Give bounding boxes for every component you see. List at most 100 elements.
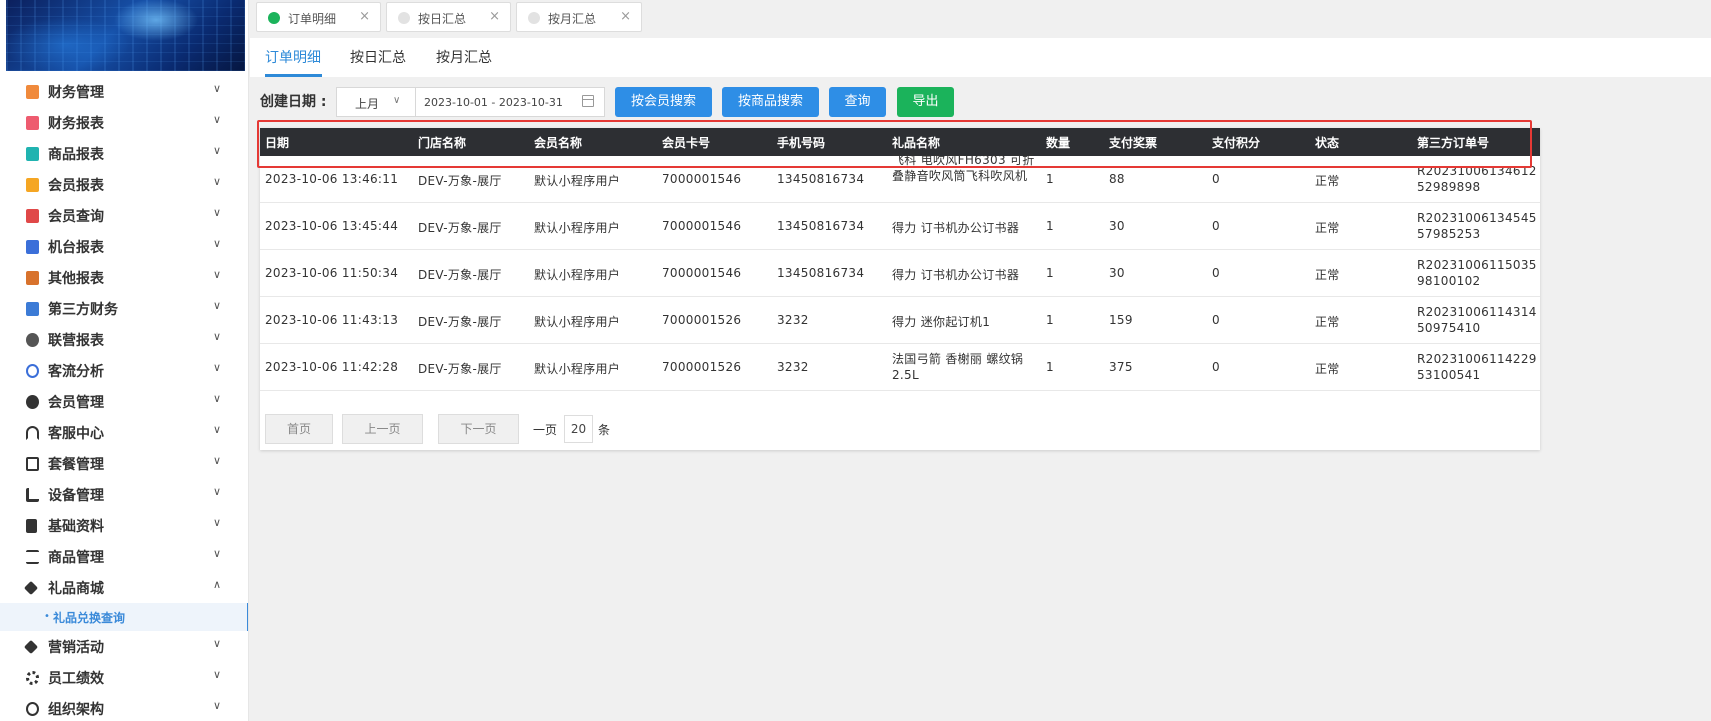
table-cell: 2023-10-06 13:46:11 [265,172,399,186]
sidebar-item-staff-performance[interactable]: 员工绩效 ∨ [0,662,248,693]
sidebar-item-member-search[interactable]: 会员查询 ∨ [0,200,248,231]
sidebar-item-label: 其他报表 [48,271,104,287]
sidebar-item-gift-mall[interactable]: 礼品商城 ∧ [0,572,248,603]
table-cell: 正常 [1315,174,1340,188]
calculator-icon [26,302,39,316]
sidebar-item-basic-data[interactable]: 基础资料 ∨ [0,510,248,541]
chevron-up-icon: ∧ [213,578,222,591]
sidebar-item-label: 基础资料 [48,519,104,535]
column-header: 支付奖票 [1109,136,1158,150]
sidebar-item-machine-report[interactable]: 机台报表 ∨ [0,231,248,262]
table-cell: 0 [1212,313,1220,327]
table-cell: 正常 [1315,362,1340,376]
sidebar-item-label: 商品管理 [48,550,104,566]
chevron-down-icon: ∨ [213,268,222,281]
sidebar-item-label: 客流分析 [48,364,104,380]
tag-icon [23,580,39,596]
per-page-label: 一页 [533,423,558,437]
tab-order-detail[interactable]: 订单明细 [265,47,321,67]
close-icon[interactable]: × [489,9,500,24]
table-cell: 正常 [1315,221,1340,235]
sidebar-item-member-report[interactable]: 会员报表 ∨ [0,169,248,200]
sidebar-item-label: 营销活动 [48,640,104,656]
table-cell: R20231006115035 98100102 [1417,258,1537,288]
table-cell: 2023-10-06 11:43:13 [265,313,399,327]
sidebar-item-goods-management[interactable]: 商品管理 ∨ [0,541,248,572]
sidebar-item-joint-report[interactable]: 联营报表 ∨ [0,324,248,355]
table-cell: 1 [1046,360,1054,374]
sidebar-item-organization[interactable]: 组织架构 ∨ [0,693,248,721]
sub-tab-bar: 订单明细 按日汇总 按月汇总 [250,38,1711,77]
table-cell: DEV-万象-展厅 [418,268,502,282]
sidebar-item-package-management[interactable]: 套餐管理 ∨ [0,448,248,479]
tab-monthly-summary[interactable]: 按月汇总 [436,47,492,67]
inactive-dot-icon [528,12,540,24]
chevron-down-icon: ∨ [213,237,222,250]
table-cell: 默认小程序用户 [534,221,621,235]
table-cell: DEV-万象-展厅 [418,174,502,188]
query-button[interactable]: 查询 [829,87,886,117]
sidebar-item-member-management[interactable]: 会员管理 ∨ [0,386,248,417]
top-tab-label: 订单明细 [288,12,337,26]
table-cell: 正常 [1315,268,1340,282]
column-header: 数量 [1046,136,1071,150]
table-cell: 得力 订书机办公订书器 [892,221,1020,235]
prev-page-button[interactable]: 上一页 [342,414,423,444]
tab-daily-summary[interactable]: 按日汇总 [350,47,406,67]
column-header: 状态 [1315,136,1340,150]
sidebar-item-finance-management[interactable]: 财务管理 ∨ [0,76,248,107]
created-date-label: 创建日期 : [260,94,327,110]
file-icon [26,519,37,533]
table-cell: 7000001546 [662,266,742,280]
table-row[interactable]: 2023-10-06 11:42:28 DEV-万象-展厅 默认小程序用户 70… [260,344,1540,391]
next-page-button[interactable]: 下一页 [438,414,519,444]
table-row[interactable]: 2023-10-06 13:46:11 DEV-万象-展厅 默认小程序用户 70… [260,153,1540,203]
member-search-button[interactable]: 按会员搜索 [615,87,712,117]
table-row[interactable]: 2023-10-06 11:50:34 DEV-万象-展厅 默认小程序用户 70… [260,250,1540,297]
chevron-down-icon: ∨ [213,392,222,405]
table-cell: 159 [1109,313,1133,327]
sidebar-item-traffic-analysis[interactable]: 客流分析 ∨ [0,355,248,386]
sidebar-item-third-party-finance[interactable]: 第三方财务 ∨ [0,293,248,324]
date-range-picker[interactable]: 2023-10-01 - 2023-10-31 [415,87,605,117]
table-cell: 13450816734 [777,266,865,280]
goods-report-icon [26,147,39,161]
sidebar: 财务管理 ∨ 财务报表 ∨ 商品报表 ∨ 会员报表 ∨ 会员查询 ∨ 机台报表 … [0,0,249,721]
sidebar-item-goods-report[interactable]: 商品报表 ∨ [0,138,248,169]
column-header: 手机号码 [777,136,826,150]
column-header: 会员名称 [534,136,583,150]
sidebar-item-customer-service[interactable]: 客服中心 ∨ [0,417,248,448]
export-button[interactable]: 导出 [897,87,954,117]
top-tab-monthly-summary[interactable]: 按月汇总 × [516,2,642,32]
sidebar-item-other-report[interactable]: 其他报表 ∨ [0,262,248,293]
sidebar-subitem-label: 礼品兑换查询 [53,611,126,625]
top-tab-order-detail[interactable]: 订单明细 × [256,2,381,32]
chevron-down-icon: ∨ [213,454,222,467]
chevron-down-icon: ∨ [213,299,222,312]
close-icon[interactable]: × [620,9,631,24]
gear-icon [26,671,39,685]
table-cell: 0 [1212,266,1220,280]
table-cell: 3232 [777,360,809,374]
sidebar-subitem-gift-redemption-query[interactable]: • 礼品兑换查询 [0,603,248,631]
table-cell: 7000001546 [662,219,742,233]
table-cell: 法国弓箭 香榭丽 螺纹锅2.5L [892,352,1024,382]
sidebar-item-finance-report[interactable]: 财务报表 ∨ [0,107,248,138]
close-icon[interactable]: × [359,9,370,24]
goods-search-button[interactable]: 按商品搜索 [722,87,819,117]
period-select[interactable]: 上月 ∨ [336,87,416,117]
sidebar-item-marketing[interactable]: 营销活动 ∨ [0,631,248,662]
first-page-button[interactable]: 首页 [265,414,333,444]
user-icon [26,395,39,409]
sidebar-item-device-management[interactable]: 设备管理 ∨ [0,479,248,510]
target-icon [26,364,39,378]
table-row[interactable]: 2023-10-06 13:45:44 DEV-万象-展厅 默认小程序用户 70… [260,203,1540,250]
page-size-input[interactable]: 20 [564,415,593,443]
top-tab-daily-summary[interactable]: 按日汇总 × [386,2,511,32]
orders-table: 日期 门店名称 会员名称 会员卡号 手机号码 礼品名称 数量 支付奖票 支付积分… [260,128,1540,450]
wrench-icon [26,488,39,502]
table-cell: 1 [1046,266,1054,280]
table-row[interactable]: 2023-10-06 11:43:13 DEV-万象-展厅 默认小程序用户 70… [260,297,1540,344]
table-cell: 13450816734 [777,219,865,233]
column-header: 日期 [265,136,290,150]
